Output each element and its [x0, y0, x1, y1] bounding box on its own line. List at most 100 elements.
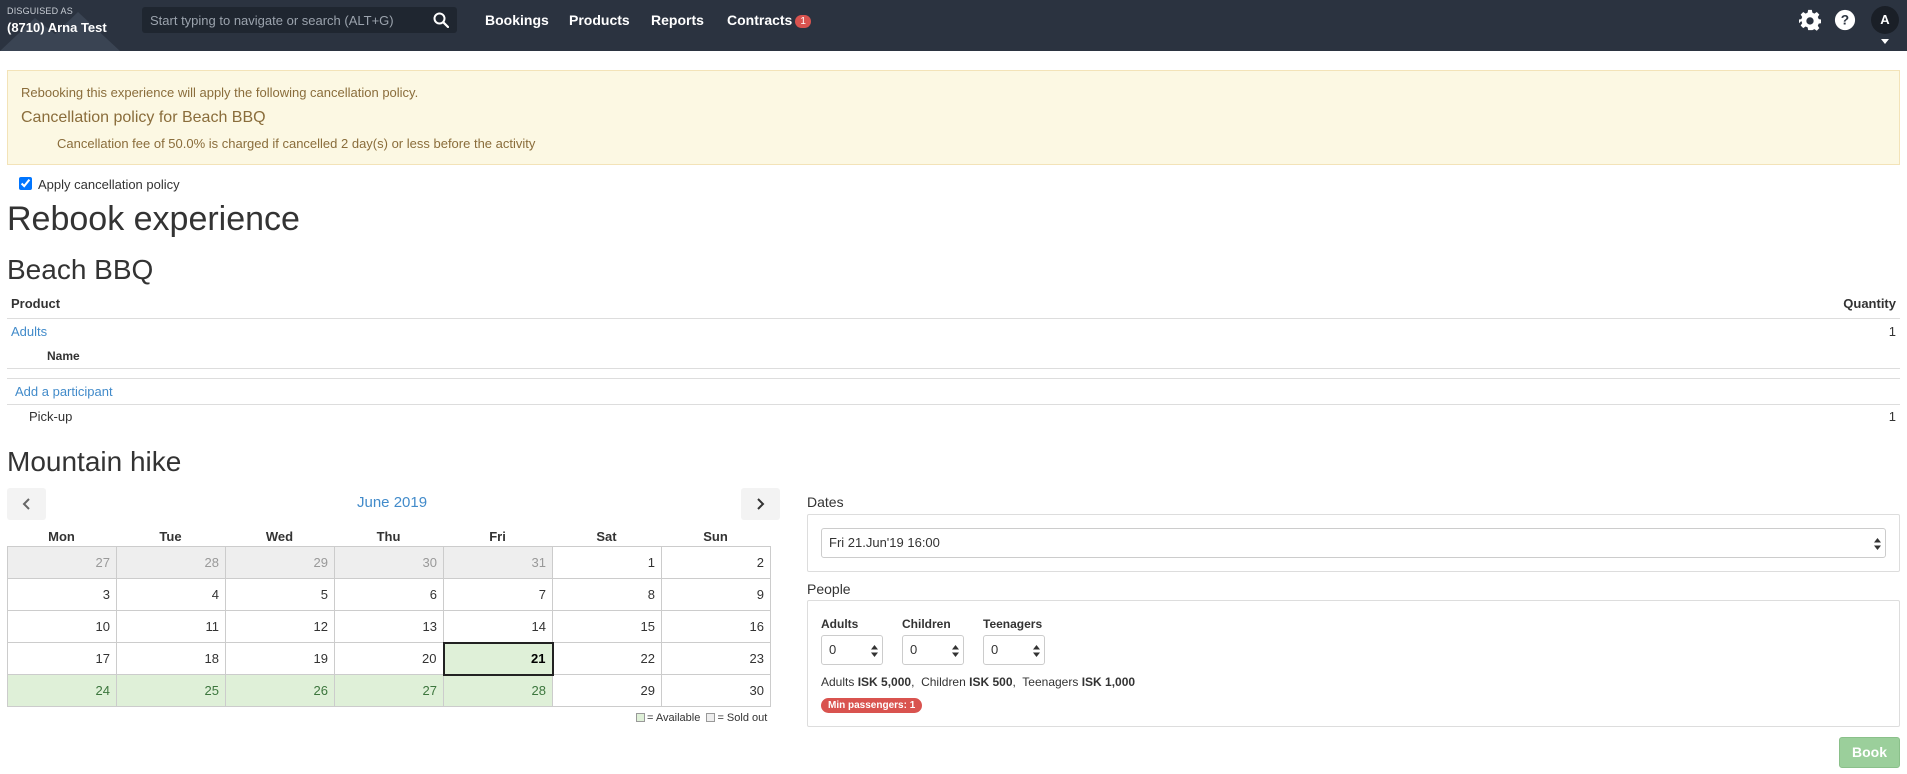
calendar-day[interactable]: 16 [661, 610, 771, 643]
legend-sold-out: = Sold out [717, 712, 768, 724]
calendar-day[interactable]: 29 [552, 674, 662, 707]
calendar-week-row: 27 28 29 30 31 1 2 [7, 546, 771, 579]
search-icon[interactable] [433, 12, 449, 28]
calendar-week-row: 10 11 12 13 14 15 16 [7, 610, 771, 643]
price-summary: Adults ISK 5,000, Children ISK 500, Teen… [821, 675, 1136, 689]
calendar-day[interactable]: 26 [225, 674, 335, 707]
calendar-day[interactable]: 23 [661, 642, 771, 675]
calendar-day[interactable]: 28 [443, 674, 553, 707]
calendar-day[interactable]: 21 [442, 641, 554, 676]
nav-products[interactable]: Products [569, 12, 630, 28]
weekday-header: Wed [265, 529, 294, 544]
apply-policy-checkbox[interactable] [19, 177, 32, 190]
calendar-day[interactable]: 5 [225, 578, 335, 611]
calendar-day: 31 [443, 546, 553, 579]
calendar-week-row: 3456789 [7, 578, 771, 611]
calendar-day: 28 [116, 546, 226, 579]
calendar-prev-button[interactable] [7, 488, 46, 520]
calendar-day[interactable]: 25 [116, 674, 226, 707]
product-adults-link[interactable]: Adults [11, 324, 47, 339]
calendar-day[interactable]: 3 [7, 578, 117, 611]
nav-contracts[interactable]: Contracts 1 [727, 12, 811, 28]
mountain-hike-title: Mountain hike [7, 446, 182, 477]
adults-quantity-select[interactable]: 0 [821, 635, 883, 665]
select-arrows-icon [1874, 538, 1881, 550]
help-icon[interactable]: ? [1834, 9, 1856, 31]
calendar-day[interactable]: 22 [552, 642, 662, 675]
gear-icon[interactable] [1799, 9, 1821, 31]
disguised-account[interactable]: DISGUISED AS (8710) Arna Test [0, 0, 120, 51]
add-participant-link[interactable]: Add a participant [15, 384, 113, 399]
calendar-day[interactable]: 20 [334, 642, 444, 675]
chevron-left-icon [22, 498, 30, 510]
people-label: People [807, 581, 851, 597]
alert-intro: Rebooking this experience will apply the… [21, 85, 419, 100]
select-arrows-icon [952, 645, 959, 657]
min-passengers-badge: Min passengers: 1 [821, 698, 923, 713]
calendar-day[interactable]: 19 [225, 642, 335, 675]
pickup-label: Pick-up [29, 409, 73, 424]
divider [7, 318, 1900, 319]
nav-contracts-label: Contracts [727, 12, 793, 28]
calendar-day[interactable]: 17 [7, 642, 117, 675]
calendar-day[interactable]: 12 [225, 610, 335, 643]
calendar-day[interactable]: 27 [334, 674, 444, 707]
search-box [142, 7, 457, 33]
calendar-day[interactable]: 15 [552, 610, 662, 643]
book-button[interactable]: Book [1839, 737, 1900, 768]
avatar[interactable]: A [1871, 6, 1899, 34]
calendar-day[interactable]: 4 [116, 578, 226, 611]
calendar-day[interactable]: 9 [661, 578, 771, 611]
svg-text:?: ? [1841, 13, 1849, 28]
available-swatch [636, 713, 645, 722]
teenagers-quantity-select[interactable]: 0 [983, 635, 1045, 665]
calendar-next-button[interactable] [741, 488, 780, 520]
column-header-quantity: Quantity [1843, 296, 1896, 311]
apply-policy-option[interactable]: Apply cancellation policy [19, 177, 180, 192]
calendar-day[interactable]: 11 [116, 610, 226, 643]
calendar-day[interactable]: 13 [334, 610, 444, 643]
pickup-quantity: 1 [1888, 409, 1896, 424]
calendar-day[interactable]: 7 [443, 578, 553, 611]
apply-policy-label: Apply cancellation policy [38, 177, 180, 192]
divider [7, 378, 1900, 379]
select-arrows-icon [871, 645, 878, 657]
legend-available: = Available [647, 712, 701, 724]
contracts-count-badge: 1 [795, 15, 811, 28]
calendar-day[interactable]: 30 [661, 674, 771, 707]
calendar-day[interactable]: 14 [443, 610, 553, 643]
price-value: ISK 500 [969, 675, 1013, 689]
alert-fee-text: Cancellation fee of 50.0% is charged if … [57, 136, 536, 151]
nav-reports[interactable]: Reports [651, 12, 704, 28]
weekday-header: Thu [376, 529, 401, 544]
date-select[interactable]: Fri 21.Jun'19 16:00 [821, 528, 1886, 558]
sold-out-swatch [706, 713, 716, 722]
cancellation-policy-alert: Rebooking this experience will apply the… [7, 70, 1900, 165]
weekday-header: Fri [489, 529, 506, 544]
calendar-day[interactable]: 8 [552, 578, 662, 611]
calendar-day[interactable]: 24 [7, 674, 117, 707]
column-header-product: Product [11, 296, 61, 311]
alert-policy-title: Cancellation policy for Beach BBQ [21, 109, 266, 126]
adults-quantity-value: 0 [829, 642, 837, 657]
calendar-day[interactable]: 6 [334, 578, 444, 611]
calendar-month: June 2019 [357, 494, 428, 511]
calendar-day[interactable]: 18 [116, 642, 226, 675]
calendar-week-row: 24 25 26 27 28 29 30 [7, 674, 771, 707]
chevron-right-icon [757, 498, 765, 510]
price-value: ISK 5,000 [857, 675, 912, 689]
calendar-grid: 27 28 29 30 31 1 2 3 4 5 6 7 8 9 10 11 12 13 14 15 16 17 18 19 2… [7, 546, 771, 707]
beach-bbq-title: Beach BBQ [7, 254, 154, 285]
calendar-day[interactable]: 2 [661, 546, 771, 579]
nav-bookings[interactable]: Bookings [485, 12, 549, 28]
weekday-header: Sat [596, 529, 617, 544]
product-adults-quantity: 1 [1888, 324, 1896, 339]
select-arrows-icon [1033, 645, 1040, 657]
calendar-day[interactable]: 10 [7, 610, 117, 643]
disguised-label: DISGUISED AS [7, 6, 73, 16]
search-input[interactable] [142, 7, 422, 33]
chevron-down-icon[interactable] [1880, 37, 1890, 45]
calendar-day[interactable]: 1 [552, 546, 662, 579]
divider [7, 368, 1900, 369]
children-quantity-select[interactable]: 0 [902, 635, 964, 665]
